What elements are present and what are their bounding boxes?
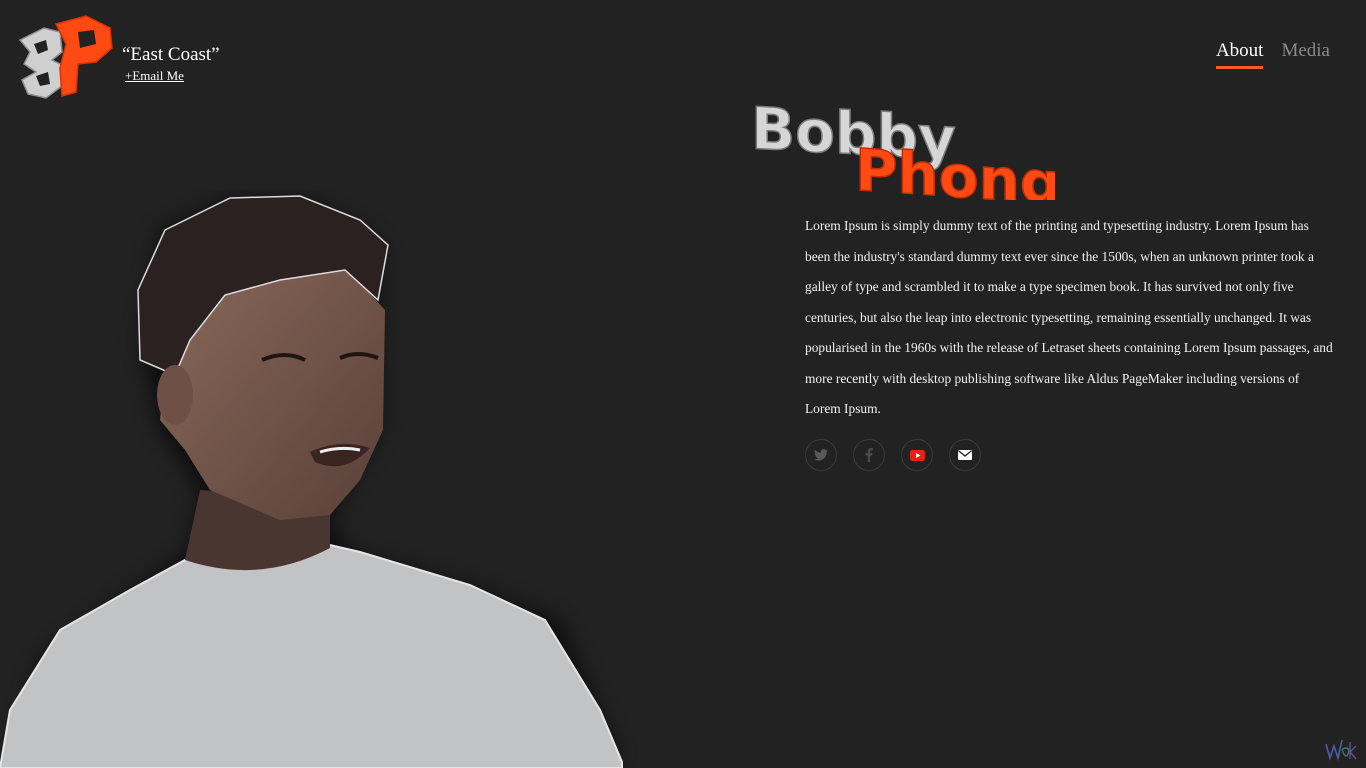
youtube-button[interactable] bbox=[901, 439, 933, 471]
twitter-icon bbox=[814, 449, 828, 461]
nav-media[interactable]: Media bbox=[1281, 40, 1330, 69]
signature-watermark bbox=[1325, 739, 1357, 761]
social-links bbox=[805, 439, 981, 471]
nav-about[interactable]: About bbox=[1215, 40, 1264, 69]
facebook-icon bbox=[865, 448, 873, 462]
email-me-link[interactable]: +Email Me bbox=[125, 68, 184, 84]
bio-text: Lorem Ipsum is simply dummy text of the … bbox=[805, 218, 1333, 416]
bp-logo[interactable] bbox=[16, 14, 116, 100]
last-name-text: Phong bbox=[855, 136, 1055, 200]
mail-button[interactable] bbox=[949, 439, 981, 471]
youtube-icon bbox=[909, 449, 925, 461]
page: “East Coast” +Email Me About Media Bobby… bbox=[0, 0, 1366, 768]
name-title: Bobby Phong bbox=[750, 94, 1055, 200]
facebook-button[interactable] bbox=[853, 439, 885, 471]
main-nav: About Media bbox=[1215, 40, 1330, 69]
tagline: “East Coast” bbox=[122, 44, 220, 65]
twitter-button[interactable] bbox=[805, 439, 837, 471]
mail-icon bbox=[958, 450, 972, 460]
portrait-photo bbox=[0, 195, 623, 768]
